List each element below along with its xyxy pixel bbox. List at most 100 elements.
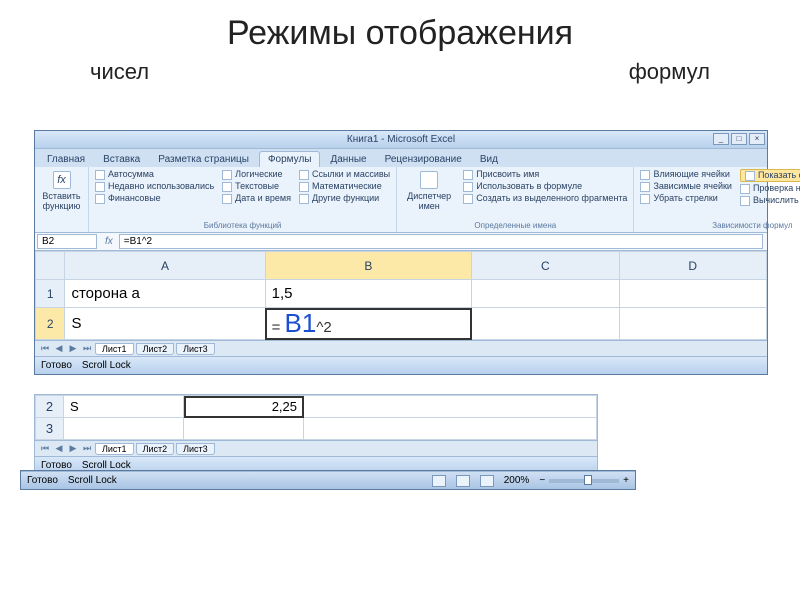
name-manager-icon — [420, 171, 438, 189]
tab-data[interactable]: Данные — [322, 152, 374, 167]
math-button[interactable]: Математические — [299, 181, 390, 192]
excel-fragment-statusbar: Готово Scroll Lock 200% − + — [20, 470, 636, 490]
sheet-tab-3[interactable]: Лист3 — [176, 343, 215, 355]
worksheet[interactable]: A B C D 1 сторона а 1,5 2 S = B1^2 — [35, 251, 767, 340]
show-formulas-button[interactable]: Показать формулы — [740, 169, 800, 182]
cell-B2[interactable]: = B1^2 — [265, 308, 471, 340]
frag-sheet-tab-bar: ⏮ ◀ ▶ ⏭ Лист1 Лист2 Лист3 — [35, 440, 597, 456]
status-scroll-lock: Scroll Lock — [82, 360, 131, 371]
cell-D1[interactable] — [619, 280, 767, 308]
col-header-A[interactable]: A — [65, 252, 265, 280]
create-from-sel-button[interactable]: Создать из выделенного фрагмента — [463, 193, 627, 204]
recent-button[interactable]: Недавно использовались — [95, 181, 214, 192]
row-header-1[interactable]: 1 — [36, 280, 65, 308]
show-formulas-icon — [745, 171, 755, 181]
autosum-button[interactable]: Автосумма — [95, 169, 214, 180]
sheet-nav-last[interactable]: ⏭ — [81, 343, 93, 354]
tab-review[interactable]: Рецензирование — [377, 152, 470, 167]
remove-arrows-button[interactable]: Убрать стрелки — [640, 193, 732, 204]
sheet-nav-first[interactable]: ⏮ — [39, 343, 51, 354]
fx-icon-small[interactable]: fx — [99, 236, 119, 247]
tab-formulas[interactable]: Формулы — [259, 151, 321, 167]
theta-icon — [299, 182, 309, 192]
ribbon: fx Вставить функцию Автосумма Недавно ис… — [35, 167, 767, 233]
view-normal-button[interactable] — [432, 475, 446, 487]
frag-cell-B2[interactable]: 2,25 — [184, 396, 304, 418]
select-all-corner[interactable] — [36, 252, 65, 280]
zoom-out-button[interactable]: − — [539, 475, 545, 486]
lookup-button[interactable]: Ссылки и массивы — [299, 169, 390, 180]
sheet-tab-2[interactable]: Лист2 — [136, 343, 175, 355]
zoom-slider[interactable] — [549, 479, 619, 483]
group-names: Определенные имена — [403, 221, 627, 230]
frag-nav-last[interactable]: ⏭ — [81, 443, 93, 454]
sheet-nav-prev[interactable]: ◀ — [53, 343, 65, 354]
col-header-D[interactable]: D — [619, 252, 767, 280]
frag-cell-C3[interactable] — [304, 418, 597, 440]
logical-button[interactable]: Логические — [222, 169, 291, 180]
tab-home[interactable]: Главная — [39, 152, 93, 167]
frag-cell-B3[interactable] — [184, 418, 304, 440]
financial-button[interactable]: Финансовые — [95, 193, 214, 204]
error-check-button[interactable]: Проверка наличия ошибок — [740, 183, 800, 194]
sheet-nav-next[interactable]: ▶ — [67, 343, 79, 354]
frag-cell-A3[interactable] — [64, 418, 184, 440]
frag-row-header-2[interactable]: 2 — [36, 396, 64, 418]
frag-cell-A2[interactable]: S — [64, 396, 184, 418]
frag-sheet-tab-1[interactable]: Лист1 — [95, 443, 134, 455]
row-header-2[interactable]: 2 — [36, 308, 65, 340]
zoom-level[interactable]: 200% — [504, 475, 530, 486]
col-header-B[interactable]: B — [265, 252, 471, 280]
zoom-thumb[interactable] — [584, 475, 592, 485]
datetime-button[interactable]: Дата и время — [222, 193, 291, 204]
minimize-button[interactable]: _ — [713, 133, 729, 145]
clock-icon — [222, 194, 232, 204]
define-name-button[interactable]: Присвоить имя — [463, 169, 627, 180]
more-button[interactable]: Другие функции — [299, 193, 390, 204]
frag-sheet-tab-2[interactable]: Лист2 — [136, 443, 175, 455]
excel-window-formulas: Книга1 - Microsoft Excel _ □ × Главная В… — [34, 130, 768, 375]
more-icon — [299, 194, 309, 204]
trace-dependents-button[interactable]: Зависимые ячейки — [640, 181, 732, 192]
arrow-in-icon — [640, 170, 650, 180]
trace-precedents-button[interactable]: Влияющие ячейки — [640, 169, 732, 180]
frag-nav-first[interactable]: ⏮ — [39, 443, 51, 454]
view-pagelayout-button[interactable] — [456, 475, 470, 487]
use-in-formula-button[interactable]: Использовать в формуле — [463, 181, 627, 192]
window-title: Книга1 - Microsoft Excel — [347, 134, 455, 145]
excel-fragment-numbers: 2 S 2,25 3 ⏮ ◀ ▶ ⏭ Лист1 Лист2 Лист3 Гот… — [34, 394, 598, 475]
view-pagebreak-button[interactable] — [480, 475, 494, 487]
name-manager-button[interactable]: Диспетчер имен — [403, 169, 455, 213]
text-button[interactable]: Текстовые — [222, 181, 291, 192]
tab-insert[interactable]: Вставка — [95, 152, 148, 167]
close-button[interactable]: × — [749, 133, 765, 145]
remove-arrows-icon — [640, 194, 650, 204]
sheet-tab-1[interactable]: Лист1 — [95, 343, 134, 355]
error-icon — [740, 184, 750, 194]
tab-pagelayout[interactable]: Разметка страницы — [150, 152, 257, 167]
insert-function-button[interactable]: fx Вставить функцию — [41, 169, 82, 213]
cell-B1[interactable]: 1,5 — [265, 280, 471, 308]
name-box[interactable]: B2 — [37, 234, 97, 249]
cell-C2[interactable] — [472, 308, 619, 340]
formula-input[interactable]: =B1^2 — [119, 234, 763, 249]
frag-row-header-3[interactable]: 3 — [36, 418, 64, 440]
slide-title: Режимы отображения — [0, 0, 800, 59]
zoom-in-button[interactable]: + — [623, 475, 629, 486]
evaluate-icon — [740, 196, 750, 206]
col-header-C[interactable]: C — [472, 252, 619, 280]
frag-nav-prev[interactable]: ◀ — [53, 443, 65, 454]
cell-A2[interactable]: S — [65, 308, 265, 340]
tab-view[interactable]: Вид — [472, 152, 506, 167]
frag-nav-next[interactable]: ▶ — [67, 443, 79, 454]
maximize-button[interactable]: □ — [731, 133, 747, 145]
ribbon-tabs: Главная Вставка Разметка страницы Формул… — [35, 149, 767, 167]
formula-bar: B2 fx =B1^2 — [35, 233, 767, 251]
cell-C1[interactable] — [472, 280, 619, 308]
cell-A1[interactable]: сторона а — [65, 280, 265, 308]
evaluate-button[interactable]: Вычислить формулу — [740, 195, 800, 206]
cell-D2[interactable] — [619, 308, 767, 340]
frag-sheet-tab-3[interactable]: Лист3 — [176, 443, 215, 455]
logical-icon — [222, 170, 232, 180]
frag-cell-C2[interactable] — [304, 396, 597, 418]
